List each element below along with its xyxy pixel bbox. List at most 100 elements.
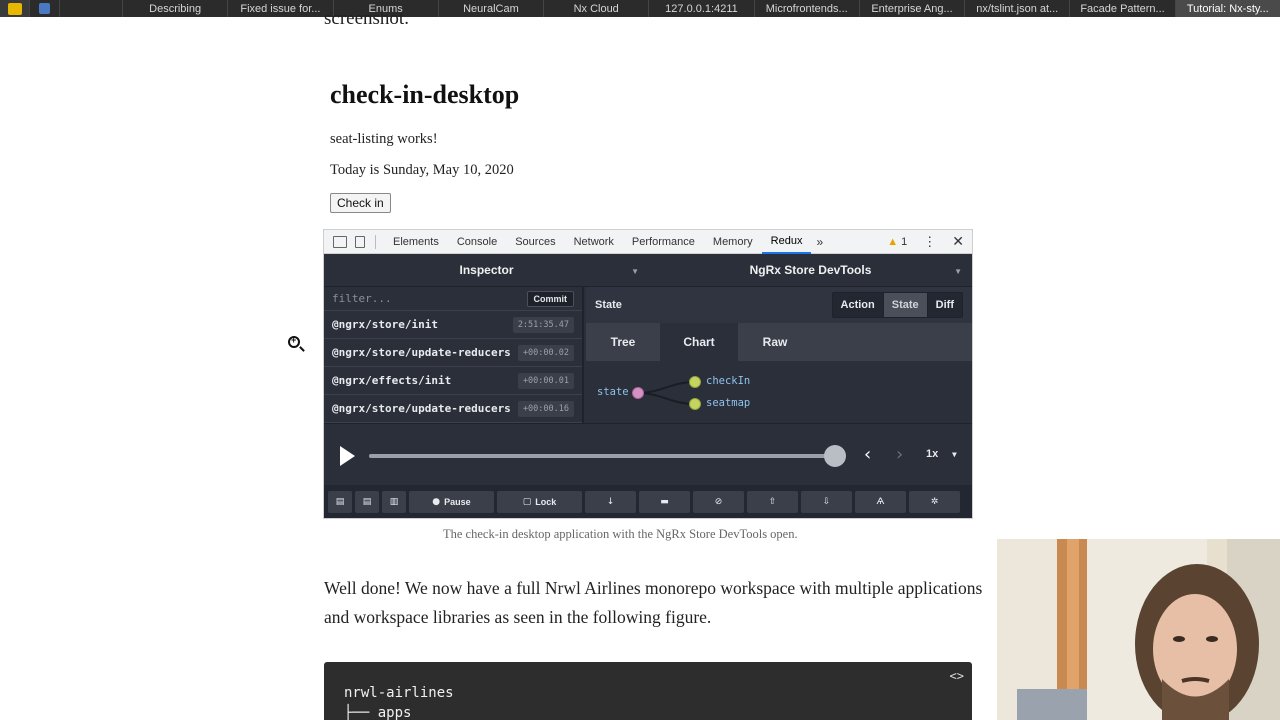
browser-tab[interactable]: Facade Pattern... (1069, 0, 1174, 17)
tab-sources[interactable]: Sources (506, 230, 564, 254)
action-time: 2:51:35.47 (512, 316, 574, 333)
gear-icon: ✲ (930, 496, 939, 507)
dispatcher-button[interactable]: ▬ (639, 490, 690, 513)
broadcast-icon: Ѧ (876, 496, 885, 507)
action-filter-bar: filter... Commit (324, 287, 582, 311)
dock-bottom-button[interactable]: ▥ (382, 490, 406, 513)
browser-tab[interactable]: NeuralCam (437, 0, 543, 17)
import-button[interactable]: ⇩ (801, 490, 852, 513)
browser-tab[interactable]: Nx Cloud (543, 0, 648, 17)
remote-button[interactable]: Ѧ (855, 490, 906, 513)
code-line: nrwl-airlines (344, 685, 454, 701)
playback-speed[interactable]: 1x (926, 448, 938, 460)
kebab-menu-icon[interactable]: ⋮ (915, 234, 944, 250)
chart-child-node[interactable] (689, 376, 701, 388)
action-name: @ngrx/store/update-reducers (332, 346, 511, 359)
docs-app-tab[interactable] (30, 0, 60, 17)
chart-child-node[interactable] (689, 398, 701, 410)
tab-tree[interactable]: Tree (586, 323, 660, 361)
browser-tab[interactable]: nx/tslint.json at... (964, 0, 1069, 17)
miro-logo-icon (7, 2, 22, 15)
tab-raw[interactable]: Raw (738, 323, 812, 361)
dock-left-button[interactable]: ▤ (328, 490, 352, 513)
warning-icon: ▲ (887, 235, 899, 248)
action-item[interactable]: @ngrx/store/update-reducers +00:00.16 (324, 395, 582, 423)
persist-button[interactable]: ↓ (585, 490, 636, 513)
pin-icon: ↓ (606, 496, 615, 507)
inspector-select[interactable]: Inspector ▼ (324, 254, 649, 286)
browser-tab-strip: Describing Fixed issue for... Enums Neur… (0, 0, 1280, 17)
mode-diff-button[interactable]: Diff (926, 293, 962, 317)
inspect-element-icon[interactable] (333, 235, 347, 248)
dock-right-button[interactable]: ▤ (355, 490, 379, 513)
browser-tab-active[interactable]: Tutorial: Nx-sty... (1174, 0, 1280, 17)
time-travel-player: ‹ › 1x ▼ (324, 423, 972, 485)
browser-tab[interactable]: Enterprise Ang... (858, 0, 964, 17)
browser-tab[interactable]: Fixed issue for... (227, 0, 332, 17)
browser-tab[interactable]: 127.0.0.1:4211 (648, 0, 753, 17)
time-slider-knob[interactable] (824, 445, 846, 467)
browser-tab[interactable]: Describing (122, 0, 227, 17)
device-toolbar-icon[interactable] (355, 235, 365, 248)
close-devtools-icon[interactable]: ✕ (944, 233, 972, 250)
settings-button[interactable]: ✲ (909, 490, 960, 513)
redux-header: Inspector ▼ NgRx Store DevTools ▼ (324, 254, 972, 287)
code-line: ├── apps (344, 705, 412, 720)
miro-app-tab[interactable] (0, 0, 30, 17)
commit-button[interactable]: Commit (526, 290, 574, 307)
play-icon[interactable] (340, 446, 355, 466)
tab-memory[interactable]: Memory (704, 230, 762, 254)
pause-button[interactable]: ● Pause (409, 490, 494, 513)
view-tabs: Tree Chart Raw (586, 323, 972, 361)
demo-app-title: check-in-desktop (330, 80, 520, 109)
tab-elements[interactable]: Elements (384, 230, 448, 254)
code-toggle-icon[interactable]: <> (950, 669, 964, 683)
action-time: +00:00.01 (517, 372, 574, 389)
next-action-icon[interactable]: › (896, 444, 903, 465)
chart-child-label: checkIn (706, 375, 751, 387)
action-name: @ngrx/store/update-reducers (332, 402, 511, 415)
action-item[interactable]: @ngrx/store/init 2:51:35.47 (324, 311, 582, 339)
lock-button[interactable]: ▢ Lock (497, 490, 582, 513)
mode-state-button[interactable]: State (882, 293, 927, 317)
browser-tab[interactable]: Microfrontends... (753, 0, 859, 17)
toolbar-divider (375, 234, 376, 249)
state-chart-svg (632, 376, 701, 410)
layout-right-icon: ▤ (362, 496, 372, 507)
action-list: filter... Commit @ngrx/store/init 2:51:3… (324, 287, 584, 423)
instance-select[interactable]: NgRx Store DevTools ▼ (649, 254, 972, 286)
tab-network[interactable]: Network (565, 230, 623, 254)
action-time: +00:00.16 (517, 400, 574, 417)
action-item[interactable]: @ngrx/store/update-reducers +00:00.02 (324, 339, 582, 367)
state-chart: state checkIn seatmap (586, 361, 972, 423)
document-icon (39, 3, 50, 14)
time-slider-track[interactable] (369, 454, 839, 458)
figure-caption: The check-in desktop application with th… (443, 527, 798, 541)
demo-app-text: seat-listing works! (330, 131, 438, 147)
tab-console[interactable]: Console (448, 230, 506, 254)
warning-count: 1 (901, 235, 908, 248)
tab-redux[interactable]: Redux (761, 230, 812, 254)
more-tabs-icon[interactable]: » (811, 235, 828, 249)
plus-icon: + (291, 335, 297, 345)
action-name: @ngrx/store/init (332, 318, 438, 331)
layout-bottom-icon: ▥ (389, 496, 399, 507)
chart-root-node[interactable] (632, 387, 644, 399)
action-item[interactable]: @ngrx/effects/init +00:00.01 (324, 367, 582, 395)
mode-action-button[interactable]: Action (832, 293, 883, 317)
check-in-button[interactable]: Check in (330, 193, 391, 213)
article-paragraph: Well done! We now have a full Nrwl Airli… (324, 578, 983, 627)
lock-icon: ▢ (522, 496, 532, 507)
action-filter-input[interactable]: filter... (332, 292, 392, 305)
devtools-toolbar: Elements Console Sources Network Perform… (324, 230, 972, 254)
warning-badge[interactable]: ▲ 1 (879, 236, 915, 248)
tab-performance[interactable]: Performance (623, 230, 704, 254)
monitor-title: NgRx Store DevTools (749, 263, 872, 277)
state-label: State (595, 299, 622, 311)
zoom-in-cursor-icon: + (288, 335, 300, 348)
previous-action-icon[interactable]: ‹ (864, 444, 871, 465)
tab-chart[interactable]: Chart (660, 323, 738, 361)
reset-button[interactable]: ⊘ (693, 490, 744, 513)
inspector-title: Inspector (459, 263, 514, 277)
export-button[interactable]: ⇧ (747, 490, 798, 513)
